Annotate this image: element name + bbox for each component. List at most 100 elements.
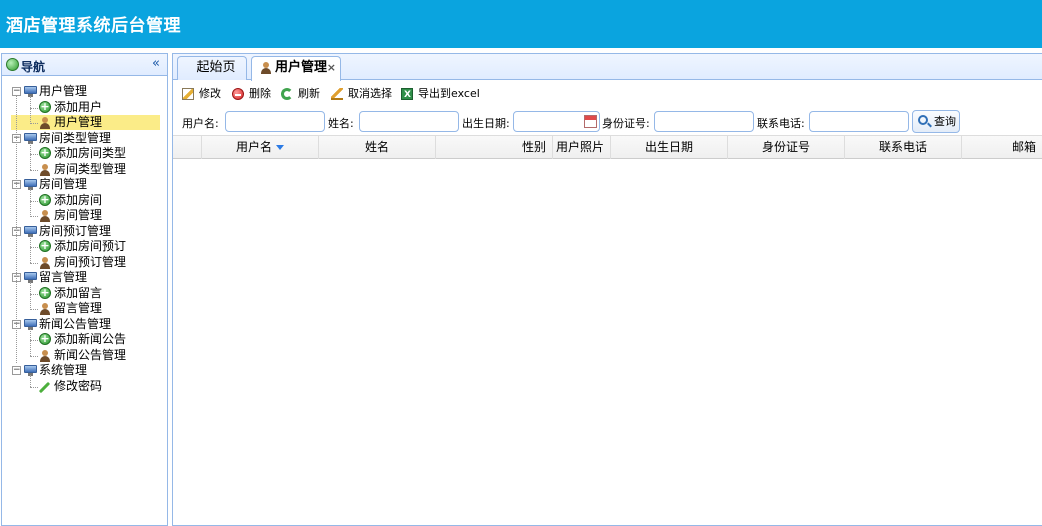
- tree-item[interactable]: + 添加留言: [2, 286, 162, 301]
- tree-item-label: 添加留言: [54, 285, 103, 300]
- edit-button-label: 修改: [199, 87, 221, 100]
- idcard-label: 身份证号:: [602, 117, 650, 130]
- add-icon: +: [39, 146, 51, 159]
- grid-body: [173, 159, 1042, 525]
- user-icon: [39, 256, 51, 269]
- tree-item[interactable]: 新闻公告管理: [2, 348, 162, 363]
- tree-item[interactable]: 房间预订管理: [2, 255, 162, 270]
- tree-group[interactable]: − 系统管理: [2, 363, 162, 378]
- grid-column-header[interactable]: 性别: [436, 136, 553, 159]
- user-icon: [260, 62, 272, 74]
- tree-item[interactable]: 修改密码: [2, 379, 162, 394]
- add-icon: +: [39, 285, 51, 299]
- tree-connector: [30, 235, 31, 263]
- grid-header: 用户名 姓名 性别 用户照片 出生日期 身份证号 联系电话 邮箱: [173, 135, 1042, 159]
- grid-column-label: 用户名: [235, 140, 272, 154]
- tree-item-label: 房间预订管理: [54, 254, 127, 269]
- tree-group[interactable]: − 留言管理: [2, 270, 162, 285]
- tree-item[interactable]: 房间类型管理: [2, 162, 162, 177]
- tree-group[interactable]: − 房间管理: [2, 177, 162, 192]
- tree-item-label: 房间管理: [54, 208, 103, 222]
- phone-input[interactable]: [809, 111, 909, 132]
- birthday-input[interactable]: [513, 111, 600, 132]
- grid-column-header[interactable]: 用户名: [202, 136, 319, 159]
- collapse-icon[interactable]: «: [152, 56, 160, 71]
- tree-item[interactable]: + 添加房间: [2, 193, 162, 208]
- nav-title: 导航: [21, 60, 46, 74]
- collapse-toggle-icon[interactable]: −: [12, 366, 21, 375]
- grid-column-label: 联系电话: [878, 140, 927, 154]
- grid-column-label: 出生日期: [644, 140, 693, 154]
- add-icon: +: [39, 99, 51, 113]
- user-icon: [39, 349, 51, 362]
- tab-user-management[interactable]: 用户管理 ×: [251, 56, 341, 81]
- tree-group-label: 房间类型管理: [39, 130, 112, 145]
- tab-close-icon[interactable]: ×: [327, 57, 336, 79]
- tree-item[interactable]: + 添加房间类型: [2, 146, 162, 161]
- name-label: 姓名:: [328, 117, 354, 130]
- user-icon: [39, 210, 51, 222]
- tree-item[interactable]: + 添加新闻公告: [2, 332, 162, 347]
- tree-group-label: 新闻公告管理: [39, 316, 112, 331]
- excel-icon: [401, 87, 413, 103]
- tree-item-label: 添加用户: [54, 99, 103, 114]
- tree-item[interactable]: 用户管理: [2, 115, 162, 130]
- grid-column-header[interactable]: 联系电话: [845, 136, 962, 159]
- tab-home[interactable]: 起始页: [177, 56, 247, 80]
- tree-group[interactable]: − 房间预订管理: [2, 224, 162, 239]
- delete-icon: [232, 88, 244, 100]
- tree-group[interactable]: − 新闻公告管理: [2, 317, 162, 332]
- grid-column-label: 身份证号: [761, 140, 810, 154]
- user-icon: [39, 117, 51, 129]
- tree-item-label: 添加房间预订: [54, 239, 127, 253]
- tree-item[interactable]: + 添加房间预订: [2, 239, 162, 254]
- tree-item-label: 新闻公告管理: [54, 347, 127, 362]
- pencil-icon: [38, 381, 51, 393]
- tree-group[interactable]: − 用户管理: [2, 84, 162, 99]
- tree-item-label: 添加新闻公告: [54, 332, 127, 346]
- tree-group-label: 房间管理: [39, 177, 88, 191]
- grid-column-label: 用户照片: [555, 140, 604, 154]
- grid-column-header[interactable]: 邮箱: [962, 136, 1042, 159]
- grid-column-header[interactable]: 出生日期: [611, 136, 728, 159]
- name-input[interactable]: [359, 111, 459, 132]
- search-bar: 用户名: 姓名: 出生日期: 身份证号: 联系电话: 查询: [173, 109, 1042, 135]
- grid-column-label: 性别: [521, 140, 546, 154]
- tree-connector: [30, 282, 31, 310]
- user-icon: [39, 303, 51, 315]
- add-icon: +: [39, 332, 51, 345]
- tree-group[interactable]: − 房间类型管理: [2, 131, 162, 146]
- refresh-icon: [281, 88, 293, 100]
- query-button-label: 查询: [934, 115, 956, 128]
- grid-toolbar: 修改 删除 刷新 取消选择 导出到excel: [173, 83, 1042, 105]
- birthday-label: 出生日期:: [462, 117, 510, 130]
- tree-item-label: 用户管理: [54, 115, 103, 129]
- edit-icon: [182, 88, 194, 100]
- grid-column-rownumber: [173, 136, 202, 159]
- add-icon: +: [39, 239, 51, 252]
- idcard-input[interactable]: [654, 111, 754, 132]
- app-header: 酒店管理系统后台管理: [0, 0, 1042, 48]
- username-input[interactable]: [225, 111, 325, 132]
- collapse-toggle-icon[interactable]: −: [12, 87, 21, 96]
- tree-item-label: 修改密码: [54, 378, 103, 393]
- tree-item-label: 添加房间类型: [54, 146, 127, 160]
- tab-home-label: 起始页: [196, 60, 236, 75]
- refresh-button-label: 刷新: [298, 87, 320, 100]
- grid-column-header[interactable]: 用户照片: [553, 136, 611, 159]
- tree-item[interactable]: 房间管理: [2, 208, 162, 223]
- sort-desc-icon: [276, 145, 284, 150]
- tree-item[interactable]: + 添加用户: [2, 100, 162, 115]
- tree-connector: [16, 96, 17, 363]
- grid-column-header[interactable]: 身份证号: [728, 136, 845, 159]
- tree-group-label: 留言管理: [39, 270, 88, 284]
- tree-item-label: 添加房间: [54, 192, 103, 207]
- tab-user-management-label: 用户管理: [275, 60, 328, 75]
- nav-panel: 导航 « − 用户管理 + 添加用户 用户管理 − 房间类型管理 + 添加房间类型 房间类型管理 −…: [1, 53, 168, 526]
- tree-item[interactable]: 留言管理: [2, 301, 162, 316]
- query-button[interactable]: 查询: [912, 110, 960, 133]
- tree-item-label: 房间类型管理: [54, 161, 127, 176]
- main-panel: 起始页 用户管理 × 修改 删除 刷新 取消选择 导出到excel: [172, 53, 1042, 526]
- calendar-icon[interactable]: [584, 115, 597, 128]
- grid-column-header[interactable]: 姓名: [319, 136, 436, 159]
